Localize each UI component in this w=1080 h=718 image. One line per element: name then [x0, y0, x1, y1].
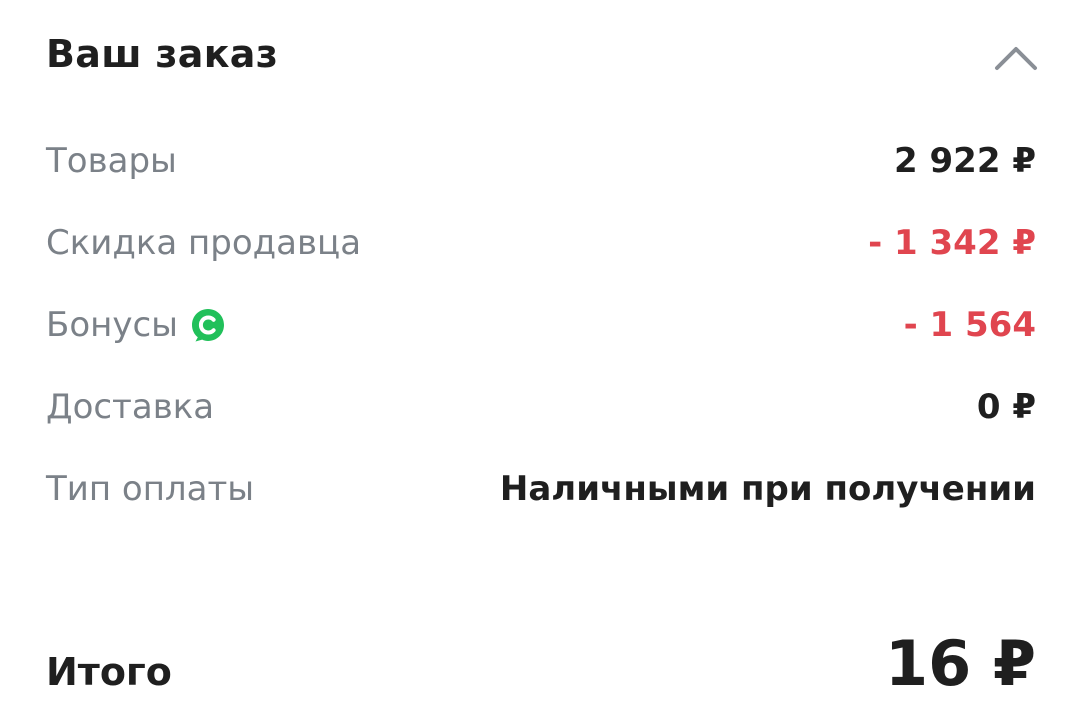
seller-discount-value: - 1 342 ₽ — [868, 223, 1036, 263]
bonuses-label: Бонусы — [46, 305, 179, 345]
row-bonuses: Бонусы - 1 564 — [46, 300, 1036, 350]
row-delivery: Доставка 0 ₽ — [46, 382, 1036, 432]
order-total: Итого 16 ₽ — [46, 626, 1036, 706]
row-seller-discount: Скидка продавца - 1 342 ₽ — [46, 218, 1036, 268]
total-label: Итого — [46, 650, 172, 694]
chevron-up-icon — [995, 47, 1037, 70]
collapse-button[interactable] — [992, 30, 1040, 86]
order-summary-header[interactable]: Ваш заказ — [46, 28, 1040, 88]
goods-value: 2 922 ₽ — [894, 141, 1036, 181]
seller-discount-label: Скидка продавца — [46, 223, 362, 263]
payment-type-label: Тип оплаты — [46, 469, 255, 509]
delivery-value: 0 ₽ — [976, 387, 1036, 427]
payment-type-value: Наличными при получении — [499, 469, 1036, 509]
bonus-coin-icon — [192, 309, 225, 342]
delivery-label: Доставка — [46, 387, 215, 427]
bonuses-label-wrap: Бонусы — [46, 300, 226, 350]
bonuses-value: - 1 564 — [903, 305, 1036, 345]
row-goods: Товары 2 922 ₽ — [46, 136, 1036, 186]
order-summary-title: Ваш заказ — [46, 32, 279, 76]
total-value: 16 ₽ — [884, 627, 1036, 700]
row-payment-type: Тип оплаты Наличными при получении — [46, 464, 1036, 514]
goods-label: Товары — [46, 141, 177, 181]
order-summary-card: Ваш заказ Товары 2 922 ₽ Скидка продавца… — [0, 0, 1080, 718]
